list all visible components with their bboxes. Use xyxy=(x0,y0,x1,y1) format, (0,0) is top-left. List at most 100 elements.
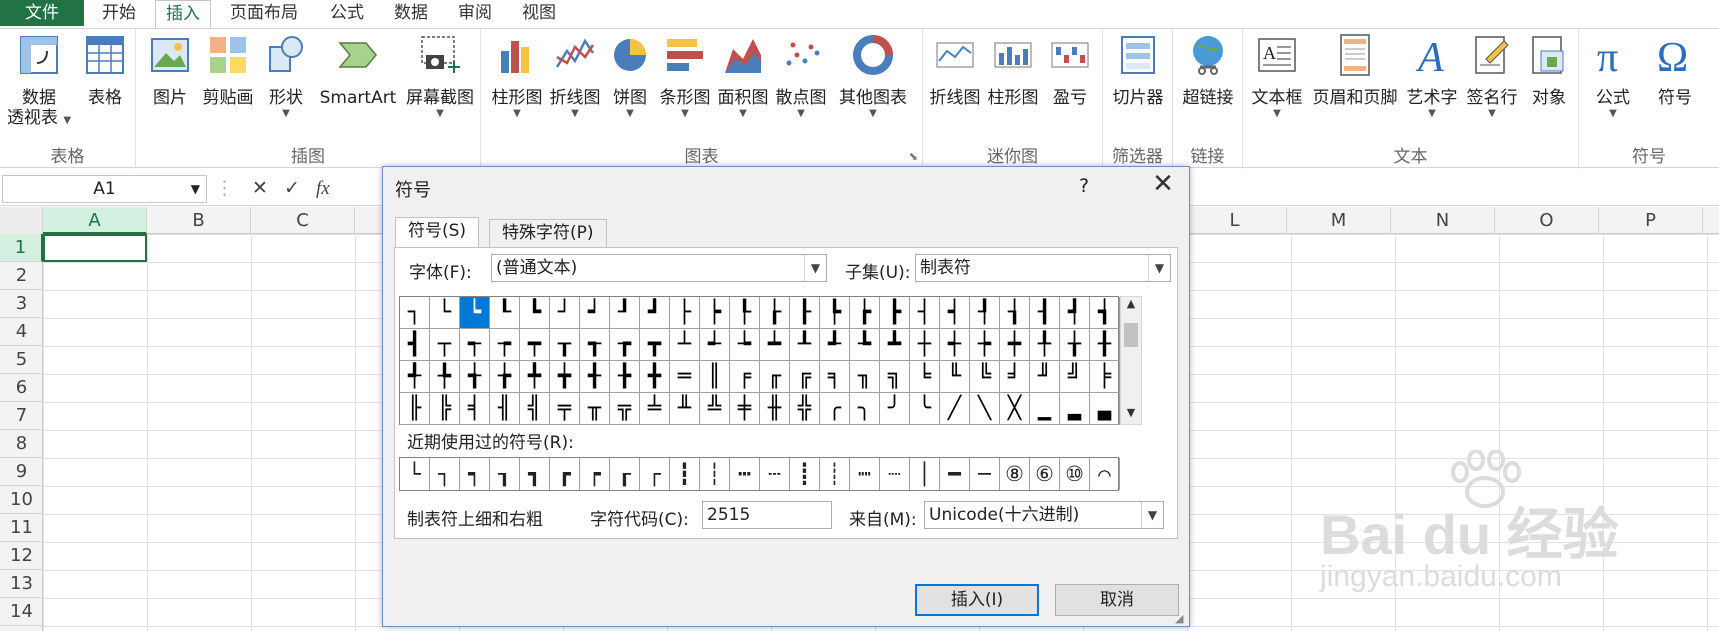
subset-dropdown-icon[interactable]: ▼ xyxy=(1148,255,1170,281)
wordart-button[interactable]: A 艺术字 ▼ xyxy=(1403,33,1461,120)
line-chart-button[interactable]: 折线图 ▼ xyxy=(547,33,603,120)
symbol-cell[interactable]: ╃ xyxy=(400,361,430,393)
symbol-cell[interactable]: ╭ xyxy=(820,393,850,425)
other-charts-button[interactable]: 其他图表 ▼ xyxy=(831,33,915,120)
row-header[interactable]: 5 xyxy=(0,346,43,374)
symbol-cell[interactable]: ┖ xyxy=(490,297,520,329)
resize-grip-icon[interactable]: ◢ xyxy=(1175,612,1187,625)
row-header[interactable]: 12 xyxy=(0,542,43,570)
font-dropdown-icon[interactable]: ▼ xyxy=(804,255,826,281)
tab-data[interactable]: 数据 xyxy=(384,0,438,26)
tab-page-layout[interactable]: 页面布局 xyxy=(220,0,308,26)
bar-chart-button[interactable]: 条形图 ▼ xyxy=(657,33,713,120)
recent-symbol-cell[interactable]: ┊ xyxy=(820,458,850,490)
symbol-cell[interactable]: ┵ xyxy=(700,329,730,361)
symbol-cell[interactable]: ╉ xyxy=(580,361,610,393)
recent-symbol-cell[interactable]: ┇ xyxy=(670,458,700,490)
symbol-cell[interactable]: ┟ xyxy=(760,297,790,329)
symbol-cell[interactable]: ┱ xyxy=(580,329,610,361)
tab-insert[interactable]: 插入 xyxy=(155,0,211,30)
symbol-cell[interactable]: ┿ xyxy=(1000,329,1030,361)
symbol-grid-scrollbar[interactable]: ▲ ▼ xyxy=(1120,296,1142,425)
recent-symbol-cell[interactable]: ┓ xyxy=(520,458,550,490)
symbol-cell[interactable]: ╀ xyxy=(1030,329,1060,361)
symbol-cell[interactable]: ┠ xyxy=(790,297,820,329)
symbol-cell[interactable]: ▁ xyxy=(1030,393,1060,425)
symbol-cell[interactable]: ╘ xyxy=(910,361,940,393)
symbol-cell[interactable]: ╅ xyxy=(460,361,490,393)
symbol-cell[interactable]: ┚ xyxy=(610,297,640,329)
symbol-cell[interactable]: ╚ xyxy=(970,361,1000,393)
scroll-up-icon[interactable]: ▲ xyxy=(1121,297,1141,315)
recent-symbol-cell[interactable]: ┎ xyxy=(610,458,640,490)
recent-symbol-cell[interactable]: ┐ xyxy=(430,458,460,490)
cancel-formula-icon[interactable]: ✕ xyxy=(252,177,268,199)
symbol-cell[interactable]: ╕ xyxy=(820,361,850,393)
symbol-cell[interactable]: ┰ xyxy=(550,329,580,361)
recent-symbol-cell[interactable]: ⌒ xyxy=(1090,458,1120,490)
symbol-cell[interactable]: ╢ xyxy=(490,393,520,425)
symbol-cell[interactable]: ║ xyxy=(700,361,730,393)
symbol-cell[interactable]: ┛ xyxy=(640,297,670,329)
symbol-cell[interactable]: ▂ xyxy=(1060,393,1090,425)
row-header[interactable]: 7 xyxy=(0,402,43,430)
row-header[interactable]: 13 xyxy=(0,570,43,598)
recent-symbol-cell[interactable]: ┌ xyxy=(640,458,670,490)
symbol-cell[interactable]: ╡ xyxy=(460,393,490,425)
font-select[interactable]: (普通文本) ▼ xyxy=(491,254,827,282)
hyperlink-button[interactable]: 超链接 xyxy=(1177,33,1239,108)
column-header[interactable]: O xyxy=(1495,207,1599,234)
cancel-button[interactable]: 取消 xyxy=(1055,584,1179,616)
symbol-cell[interactable]: ┐ xyxy=(400,297,430,329)
symbol-cell[interactable]: ┝ xyxy=(700,297,730,329)
row-header[interactable]: 4 xyxy=(0,318,43,346)
clipart-button[interactable]: 剪贴画 xyxy=(200,33,256,108)
symbol-cell[interactable]: ╳ xyxy=(1000,393,1030,425)
symbol-cell[interactable]: ╊ xyxy=(610,361,640,393)
signature-line-button[interactable]: 签名行 ▼ xyxy=(1463,33,1521,120)
symbol-cell[interactable]: ┻ xyxy=(880,329,910,361)
textbox-button[interactable]: A 文本框 ▼ xyxy=(1247,33,1307,120)
column-header[interactable]: P xyxy=(1599,207,1703,234)
symbol-cell[interactable]: ┭ xyxy=(460,329,490,361)
symbol-cell[interactable]: ┦ xyxy=(970,297,1000,329)
recent-symbol-cell[interactable]: ┋ xyxy=(790,458,820,490)
symbol-cell[interactable]: ┯ xyxy=(520,329,550,361)
insert-function-icon[interactable]: fx xyxy=(316,178,330,199)
symbol-cell[interactable]: ┲ xyxy=(610,329,640,361)
picture-button[interactable]: 图片 xyxy=(146,33,194,108)
recent-symbol-cell[interactable]: ┈ xyxy=(880,458,910,490)
sparkline-column-button[interactable]: 柱形图 xyxy=(985,33,1041,108)
tab-view[interactable]: 视图 xyxy=(512,0,566,26)
row-header[interactable]: 6 xyxy=(0,374,43,402)
symbol-cell[interactable]: ┫ xyxy=(400,329,430,361)
recent-symbol-cell[interactable]: ⑥ xyxy=(1030,458,1060,490)
symbol-cell[interactable]: ╙ xyxy=(940,361,970,393)
row-header[interactable]: 11 xyxy=(0,514,43,542)
symbol-cell[interactable]: ╖ xyxy=(850,361,880,393)
symbol-cell[interactable]: ┪ xyxy=(1090,297,1120,329)
enter-formula-icon[interactable]: ✓ xyxy=(284,177,300,199)
column-header[interactable]: B xyxy=(147,207,251,234)
symbol-cell[interactable]: ╩ xyxy=(700,393,730,425)
row-header[interactable]: 14 xyxy=(0,598,43,626)
name-box[interactable]: A1 ▼ xyxy=(2,175,207,203)
tab-formulas[interactable]: 公式 xyxy=(320,0,374,26)
tab-special-characters[interactable]: 特殊字符(P) xyxy=(489,219,607,247)
symbol-cell[interactable]: └ xyxy=(430,297,460,329)
symbol-cell[interactable]: ╣ xyxy=(520,393,550,425)
row-header[interactable]: 8 xyxy=(0,430,43,458)
symbol-cell[interactable]: ╗ xyxy=(880,361,910,393)
recent-symbol-cell[interactable]: ─ xyxy=(970,458,1000,490)
symbol-cell[interactable]: ┗ xyxy=(520,297,550,329)
charts-launcher-icon[interactable]: ⬊ xyxy=(909,150,918,163)
symbol-cell[interactable]: ╨ xyxy=(670,393,700,425)
symbol-cell[interactable]: ╁ xyxy=(1060,329,1090,361)
symbol-cell[interactable]: ┙ xyxy=(580,297,610,329)
symbol-cell[interactable]: ┼ xyxy=(910,329,940,361)
symbol-cell[interactable]: ╓ xyxy=(760,361,790,393)
scroll-thumb[interactable] xyxy=(1124,323,1138,347)
symbol-cell[interactable]: ╂ xyxy=(1090,329,1120,361)
recent-symbol-cell[interactable]: ┑ xyxy=(460,458,490,490)
symbol-cell[interactable]: ╆ xyxy=(490,361,520,393)
